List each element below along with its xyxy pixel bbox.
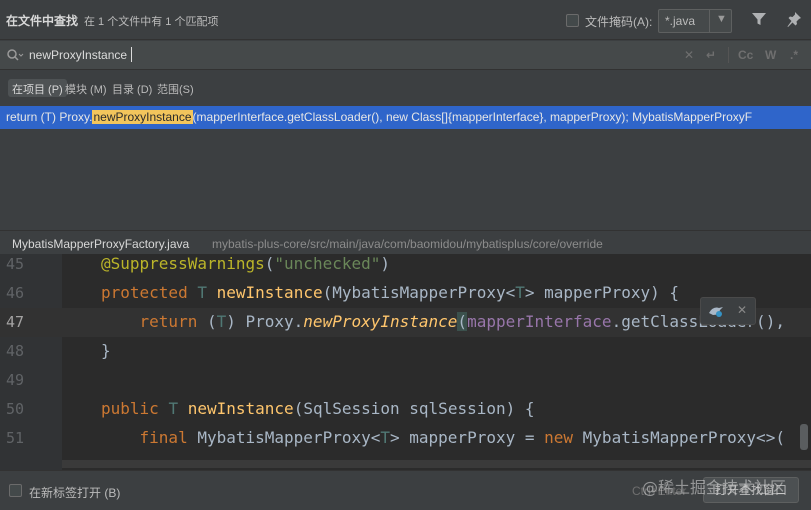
code-text: final MybatisMapperProxy<T> mapperProxy … <box>139 428 785 447</box>
vertical-scrollbar[interactable] <box>800 424 808 450</box>
tab-in-project[interactable]: 在项目 (P) <box>8 79 67 97</box>
code-line: 49 <box>0 366 811 395</box>
code-line-current: 47 return (T) Proxy.newProxyInstance(map… <box>0 308 811 337</box>
search-icon[interactable] <box>6 48 24 62</box>
horizontal-scrollbar[interactable] <box>62 460 811 468</box>
result-after: (mapperInterface.getClassLoader(), new C… <box>192 110 753 124</box>
line-number: 49 <box>6 371 25 389</box>
chevron-down-icon[interactable]: ▼ <box>716 13 727 25</box>
line-number: 45 <box>6 255 25 273</box>
line-number: 48 <box>6 342 25 360</box>
whole-words-icon[interactable]: W <box>765 48 776 62</box>
line-number: 46 <box>6 284 25 302</box>
text-caret <box>131 47 132 62</box>
pin-icon[interactable] <box>786 11 802 27</box>
watermark: @稀土掘金技术社区 <box>642 478 787 497</box>
code-line: 46 protected T newInstance(MybatisMapper… <box>0 279 811 308</box>
file-mask-label[interactable]: 文件掩码(A): <box>585 13 652 30</box>
file-mask-select[interactable]: *.java ▼ <box>658 9 732 33</box>
code-line: 45 @SuppressWarnings("unchecked") <box>0 254 811 279</box>
dialog-title: 在文件中查找 <box>6 14 79 28</box>
clear-icon[interactable]: ✕ <box>684 48 694 62</box>
file-name: MybatisMapperProxyFactory.java <box>12 237 190 251</box>
title-bar: 在文件中查找 在 1 个文件中有 1 个匹配项 文件掩码(A): *.java … <box>0 0 811 40</box>
results-list-empty-area <box>0 129 811 229</box>
tab-module[interactable]: 模块 (M) <box>61 79 111 97</box>
result-row[interactable]: return (T) Proxy.newProxyInstance(mapper… <box>0 106 811 129</box>
code-text: public T newInstance(SqlSession sqlSessi… <box>101 399 535 418</box>
close-icon[interactable]: ✕ <box>737 303 747 317</box>
inline-hint-popup[interactable]: ✕ <box>700 297 756 325</box>
result-before: return (T) Proxy. <box>6 110 93 124</box>
scope-tabs: 在项目 (P) 模块 (M) 目录 (D) 范围(S) <box>0 71 811 105</box>
open-in-new-tab-checkbox[interactable] <box>9 484 22 497</box>
file-path-bar: MybatisMapperProxyFactory.java mybatis-p… <box>0 230 811 254</box>
match-summary: 在 1 个文件中有 1 个匹配项 <box>84 16 219 28</box>
line-number: 47 <box>6 313 25 331</box>
result-match: newProxyInstance <box>92 110 193 124</box>
code-text: } <box>101 341 111 360</box>
code-line: 48 } <box>0 337 811 366</box>
file-mask-value: *.java <box>665 14 696 28</box>
match-case-icon[interactable]: Cc <box>738 48 753 62</box>
open-in-new-tab-label[interactable]: 在新标签打开 (B) <box>29 484 120 501</box>
file-mask-checkbox[interactable] <box>566 14 579 27</box>
code-text: @SuppressWarnings("unchecked") <box>101 254 391 273</box>
regex-icon[interactable]: .* <box>790 48 798 62</box>
code-line: 50 public T newInstance(SqlSession sqlSe… <box>0 395 811 424</box>
search-input[interactable] <box>29 47 669 63</box>
line-number: 50 <box>6 400 25 418</box>
tab-directory[interactable]: 目录 (D) <box>108 79 156 97</box>
search-divider <box>728 47 729 63</box>
select-divider <box>709 10 710 32</box>
tab-scope[interactable]: 范围(S) <box>153 79 198 97</box>
filter-icon[interactable] <box>751 11 767 27</box>
file-directory: mybatis-plus-core/src/main/java/com/baom… <box>212 237 603 251</box>
code-text: return (T) Proxy.newProxyInstance(mapper… <box>139 312 785 331</box>
code-preview[interactable]: 45 @SuppressWarnings("unchecked") 46 pro… <box>0 254 811 470</box>
bird-icon[interactable] <box>707 304 725 318</box>
line-number: 51 <box>6 429 25 447</box>
result-text: return (T) Proxy.newProxyInstance(mapper… <box>6 110 752 124</box>
code-text: protected T newInstance(MybatisMapperPro… <box>101 283 680 302</box>
newline-icon[interactable]: ↵ <box>706 48 716 62</box>
code-line: 51 final MybatisMapperProxy<T> mapperPro… <box>0 424 811 453</box>
search-bar: ✕ ↵ Cc W .* <box>0 41 811 70</box>
